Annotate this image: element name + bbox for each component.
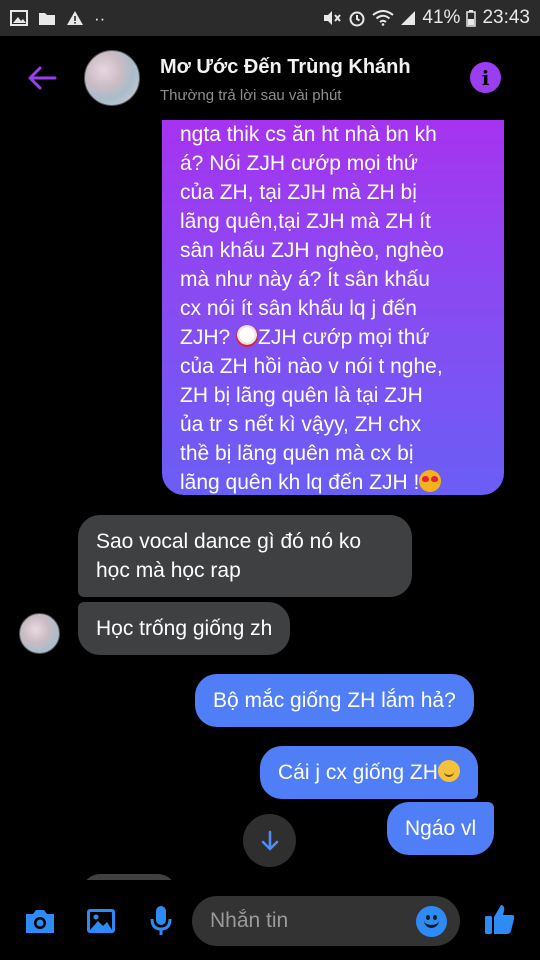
incoming-message[interactable]: Học trống giống zh — [78, 602, 291, 655]
message-line: học mà học rap — [96, 559, 241, 582]
battery-percent: 41% — [422, 7, 461, 28]
gallery-button[interactable] — [83, 904, 119, 938]
message-composer — [0, 880, 540, 960]
message-line: cx nói ít sân khấu lq j đến — [180, 297, 417, 320]
info-icon: i — [481, 65, 490, 90]
mute-icon — [324, 11, 342, 25]
arrow-down-icon — [261, 830, 278, 850]
wifi-icon — [372, 10, 395, 26]
message-segment: ZJH cướp mọi thứ — [258, 326, 430, 349]
message-list[interactable]: ngta thik cs ăn ht nhà bn kh á? Nói ZJH … — [0, 120, 540, 880]
message-line: mà như này á? Ít sân khấu — [180, 268, 430, 291]
back-arrow-icon — [28, 66, 57, 90]
status-bar: ·· 41% 23:43 — [0, 0, 540, 36]
contact-status: Thường trả lời sau vài phút — [160, 87, 342, 104]
emoji-icon — [424, 920, 439, 928]
back-button[interactable] — [22, 58, 62, 98]
alarm-icon — [349, 11, 365, 27]
relieved-emoji — [437, 760, 460, 782]
folder-icon — [39, 12, 55, 25]
image-icon — [10, 10, 28, 26]
warning-icon — [67, 11, 83, 25]
heart-eyes-emoji — [419, 470, 442, 492]
message-line: sân khấu ZJH nghèo, nghèo — [180, 239, 444, 262]
message-line: ủa tr s nết kì vậyy, ZH chx — [180, 413, 422, 436]
thumbs-up-icon — [485, 905, 515, 934]
message-text: Bộ mắc giống ZH lắm hả? — [213, 689, 456, 712]
emoji-button[interactable] — [416, 906, 447, 937]
scroll-to-bottom-button[interactable] — [243, 814, 296, 867]
outgoing-message[interactable]: Cái j cx giống ZH — [260, 746, 478, 799]
contact-name[interactable]: Mơ Ước Đến Trùng Khánh — [160, 56, 411, 79]
contact-avatar[interactable] — [84, 50, 140, 106]
message-line: ZH bị lãng quên là tại ZJH — [180, 384, 423, 407]
incoming-message[interactable]: Sao vocal dance gì đó nó ko học mà học r… — [78, 515, 412, 597]
contact-avatar-small[interactable] — [19, 613, 60, 654]
message-line: á? Nói ZJH cướp mọi thứ — [180, 152, 418, 175]
message-segment: lãng quên kh lq đến ZJH ! — [180, 471, 420, 494]
message-line: ZJH? ZJH cướp mọi thứ — [180, 323, 486, 352]
info-button[interactable]: i — [470, 62, 501, 93]
more-dots-icon: ·· — [94, 8, 106, 28]
like-button[interactable] — [482, 902, 518, 936]
clock: 23:43 — [482, 7, 530, 28]
microphone-icon — [150, 906, 172, 935]
clown-emoji — [236, 325, 259, 347]
message-line: của ZH, tại ZJH mà ZH bị — [180, 181, 417, 204]
gallery-icon — [87, 909, 115, 933]
message-line: thề bị lãng quên mà cx bị — [180, 442, 414, 465]
message-line: lãng quên,tại ZJH mà ZH ít — [180, 210, 431, 233]
message-line: của ZH hồi nào v nói t nghe, — [180, 355, 443, 378]
signal-icon — [401, 11, 416, 25]
outgoing-message-long[interactable]: ngta thik cs ăn ht nhà bn kh á? Nói ZJH … — [162, 120, 504, 495]
message-line: ngta thik cs ăn ht nhà bn kh — [180, 123, 437, 146]
microphone-button[interactable] — [143, 904, 179, 938]
message-line: Sao vocal dance gì đó nó ko — [96, 530, 362, 553]
camera-icon — [26, 910, 54, 933]
camera-button[interactable] — [22, 904, 58, 938]
message-segment: ZJH? — [180, 326, 237, 349]
conversation-header: Mơ Ước Đến Trùng Khánh Thường trả lời sa… — [0, 36, 540, 120]
outgoing-message[interactable]: Bộ mắc giống ZH lắm hả? — [195, 674, 474, 727]
battery-icon — [466, 9, 477, 27]
message-text: Ngáo vl — [405, 817, 477, 840]
message-text: Cái j cx giống ZH — [278, 761, 438, 784]
message-line: lãng quên kh lq đến ZJH ! — [180, 468, 486, 497]
message-text: Học trống giống zh — [96, 617, 273, 640]
outgoing-message[interactable]: Ngáo vl — [387, 802, 495, 855]
